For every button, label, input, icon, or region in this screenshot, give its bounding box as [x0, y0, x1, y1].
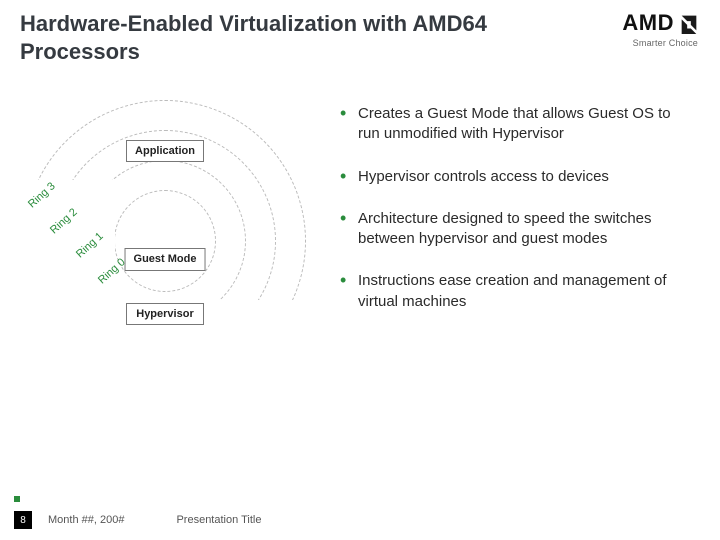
ring-0-circle [114, 190, 216, 292]
slide-footer: 8 Month ##, 200# Presentation Title [0, 500, 720, 540]
logo-tagline: Smarter Choice [633, 38, 698, 48]
footer-presentation-title: Presentation Title [176, 514, 261, 526]
slide-body: Ring 3 Ring 2 Ring 1 Ring 0 Application … [0, 100, 720, 490]
logo-text: AMD [622, 10, 674, 36]
page-number: 8 [14, 511, 32, 529]
header: Hardware-Enabled Virtualization with AMD… [20, 10, 700, 65]
slide: Hardware-Enabled Virtualization with AMD… [0, 0, 720, 540]
bullet-item: Instructions ease creation and managemen… [340, 271, 690, 312]
logo-row: AMD [622, 10, 700, 36]
slide-title: Hardware-Enabled Virtualization with AMD… [20, 10, 540, 65]
ring-diagram: Ring 3 Ring 2 Ring 1 Ring 0 Application … [0, 100, 330, 400]
arrow-icon [678, 12, 700, 34]
bullet-item: Hypervisor controls access to devices [340, 167, 690, 187]
brand-logo: AMD Smarter Choice [622, 10, 700, 48]
application-box: Application [126, 140, 204, 162]
bullet-item: Architecture designed to speed the switc… [340, 209, 690, 250]
bullet-list: Creates a Guest Mode that allows Guest O… [330, 100, 720, 490]
guest-mode-box: Guest Mode [125, 248, 206, 271]
hypervisor-box: Hypervisor [126, 303, 204, 325]
footer-date: Month ##, 200# [48, 514, 124, 526]
guest-mode-label: Guest Mode [134, 253, 197, 266]
bullet-item: Creates a Guest Mode that allows Guest O… [340, 104, 690, 145]
